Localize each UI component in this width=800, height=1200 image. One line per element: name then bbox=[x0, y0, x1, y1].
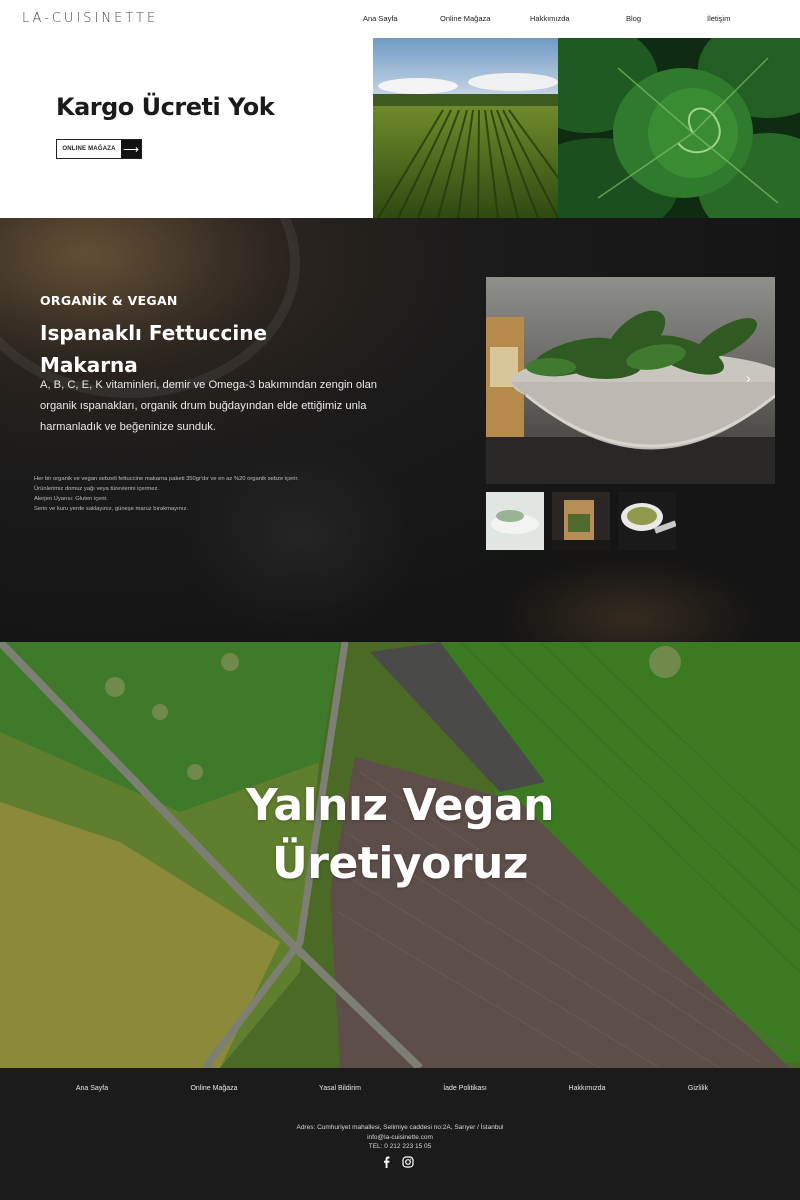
vegan-title: Yalnız Vegan Üretiyoruz bbox=[0, 777, 800, 893]
footer-address: Adres: Cumhuriyet mahallesi, Selimiye ca… bbox=[296, 1124, 504, 1131]
site-footer: Ana Sayfa Online Mağaza Yasal Bildirim İ… bbox=[0, 1068, 800, 1200]
product-note: Ürünlerimiz domuz yağı veya türevlerini … bbox=[34, 486, 159, 492]
hero-section: Kargo Ücreti Yok ONLINE MAĞAZA ⟶ bbox=[0, 38, 800, 218]
product-thumbnail-1[interactable] bbox=[486, 492, 544, 550]
nav-home[interactable]: Ana Sayfa bbox=[363, 14, 398, 23]
product-thumbnail-2[interactable] bbox=[552, 492, 610, 550]
site-header: LA-CUISINETTE Ana Sayfa Online Mağaza Ha… bbox=[0, 0, 800, 38]
vegan-banner: Yalnız Vegan Üretiyoruz bbox=[0, 642, 800, 1068]
product-thumbnail-3[interactable] bbox=[618, 492, 676, 550]
main-nav: Ana Sayfa Online Mağaza Hakkımızda Blog … bbox=[0, 14, 800, 26]
footer-link-returns[interactable]: İade Politikası bbox=[443, 1085, 487, 1092]
product-tag: ORGANİK & VEGAN bbox=[40, 293, 178, 308]
footer-contact: Adres: Cumhuriyet mahallesi, Selimiye ca… bbox=[0, 1123, 800, 1152]
nav-online-store[interactable]: Online Mağaza bbox=[440, 14, 490, 23]
chevron-right-icon[interactable]: › bbox=[746, 370, 751, 386]
social-links bbox=[380, 1156, 414, 1168]
product-main-image[interactable] bbox=[486, 277, 775, 484]
footer-link-about[interactable]: Hakkımızda bbox=[569, 1085, 606, 1092]
footer-link-online-store[interactable]: Online Mağaza bbox=[190, 1085, 237, 1092]
vegan-title-line-1: Yalnız Vegan bbox=[246, 780, 554, 831]
product-section: ORGANİK & VEGAN Ispanaklı Fettuccine Mak… bbox=[0, 218, 800, 642]
footer-link-legal[interactable]: Yasal Bildirim bbox=[319, 1085, 361, 1092]
farm-field-image bbox=[373, 38, 558, 218]
online-store-button-label: ONLINE MAĞAZA bbox=[62, 146, 116, 152]
product-description: A, B, C, E, K vitaminleri, demir ve Omeg… bbox=[40, 379, 378, 433]
product-title: Ispanaklı Fettuccine Makarna bbox=[40, 321, 268, 377]
vegan-title-line-2: Üretiyoruz bbox=[272, 838, 528, 889]
hero-title: Kargo Ücreti Yok bbox=[56, 93, 275, 121]
background-glow bbox=[500, 558, 760, 642]
product-note: Serin ve kuru yerde saklayınız, güneşe m… bbox=[34, 506, 189, 512]
nav-about[interactable]: Hakkımızda bbox=[530, 14, 570, 23]
footer-email[interactable]: info@la-cuisinette.com bbox=[0, 1133, 800, 1143]
product-note: Her bir organik ve vegan sebzeli fettucc… bbox=[34, 476, 299, 482]
arrow-right-icon: ⟶ bbox=[121, 140, 141, 158]
product-note: Alerjen Uyarısı: Gluten içerir. bbox=[34, 496, 108, 502]
footer-link-home[interactable]: Ana Sayfa bbox=[76, 1085, 108, 1092]
footer-link-privacy[interactable]: Gizlilik bbox=[688, 1085, 708, 1092]
background-pasta bbox=[180, 438, 420, 638]
online-store-button[interactable]: ONLINE MAĞAZA ⟶ bbox=[56, 139, 142, 159]
nav-blog[interactable]: Blog bbox=[626, 14, 641, 23]
nav-contact[interactable]: İletişim bbox=[707, 14, 730, 23]
product-notes: Her bir organik ve vegan sebzeli fettucc… bbox=[34, 474, 334, 514]
footer-phone: TEL: 0 212 223 15 05 bbox=[368, 1143, 432, 1150]
facebook-icon[interactable] bbox=[380, 1156, 392, 1168]
instagram-icon[interactable] bbox=[402, 1156, 414, 1168]
green-leaf-image bbox=[558, 38, 800, 218]
